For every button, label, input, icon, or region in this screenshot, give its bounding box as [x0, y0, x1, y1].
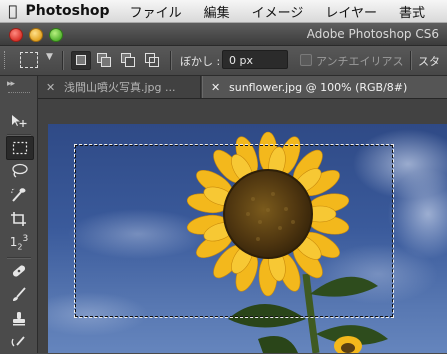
rectangular-marquee-tool-button[interactable] — [6, 136, 34, 160]
menu-edit[interactable]: 編集 — [204, 2, 230, 21]
zoom-window-button[interactable] — [49, 28, 63, 42]
divider — [170, 51, 172, 70]
lasso-icon — [12, 163, 28, 178]
tool-preset-icon[interactable] — [20, 52, 38, 68]
stamp-icon — [13, 312, 25, 326]
subtract-from-selection-button[interactable] — [119, 51, 137, 68]
tab-sunflower[interactable]: ✕ sunflower.jpg @ 100% (RGB/8#) — [202, 76, 447, 98]
crop-icon — [11, 212, 26, 226]
quick-selection-tool-button[interactable] — [6, 184, 32, 206]
apple-icon[interactable]:  — [0, 2, 25, 20]
divider — [62, 51, 64, 70]
feather-label: ぼかし : — [180, 55, 221, 68]
panel-collapse-icon[interactable]: ▸▸ — [7, 79, 15, 89]
tools-panel: ▸▸ 123 — [0, 76, 38, 353]
count-icon: 123 — [9, 234, 29, 252]
document-tab-bar: ✕ 浅間山噴火写真.jpg ... ✕ sunflower.jpg @ 100%… — [38, 76, 447, 99]
tab-label: sunflower.jpg @ 100% (RGB/8#) — [229, 80, 408, 94]
antialias-label: アンチエイリアス — [316, 55, 404, 68]
close-tab-icon[interactable]: ✕ — [46, 81, 56, 94]
divider — [410, 51, 412, 70]
menu-image[interactable]: イメージ — [252, 2, 304, 21]
menu-app-name[interactable]: Photoshop — [25, 3, 109, 19]
feather-input[interactable]: 0 px — [222, 50, 288, 69]
selection-marquee[interactable] — [74, 144, 394, 318]
chevron-down-icon[interactable]: ▼ — [46, 52, 53, 62]
menu-type[interactable]: 書式 — [399, 2, 425, 21]
history-brush-icon — [11, 336, 25, 347]
window-title-bar: Adobe Photoshop CS6 — [0, 23, 447, 46]
menu-bar:  Photoshop ファイル 編集 イメージ レイヤー 書式 — [0, 0, 447, 23]
lasso-tool-button[interactable] — [6, 160, 32, 182]
crop-tool-button[interactable] — [6, 208, 32, 230]
options-bar: ▼ ぼかし : 0 px アンチエイリアス スタ — [0, 46, 447, 76]
quick-selection-icon — [11, 188, 26, 202]
count-tool-button[interactable]: 123 — [6, 232, 32, 254]
new-selection-button[interactable] — [71, 51, 91, 70]
tools-panel-grip[interactable] — [8, 92, 30, 93]
new-selection-icon — [76, 55, 86, 65]
marquee-icon — [12, 141, 28, 155]
minimize-window-button[interactable] — [29, 28, 43, 42]
clone-stamp-tool-button[interactable] — [6, 308, 32, 330]
tab-asama-photo[interactable]: ✕ 浅間山噴火写真.jpg ... — [38, 76, 201, 98]
options-bar-grip[interactable] — [4, 51, 8, 69]
menu-layer[interactable]: レイヤー — [325, 2, 377, 21]
menu-file[interactable]: ファイル — [130, 2, 182, 21]
spot-healing-brush-tool-button[interactable] — [6, 260, 32, 282]
tab-label: 浅間山噴火写真.jpg ... — [64, 81, 176, 94]
history-brush-tool-button[interactable] — [6, 332, 32, 354]
bandage-icon — [12, 265, 26, 277]
window-title: Adobe Photoshop CS6 — [306, 27, 439, 41]
close-tab-icon[interactable]: ✕ — [211, 81, 221, 94]
brush-icon — [13, 287, 26, 301]
add-to-selection-button[interactable] — [95, 51, 113, 68]
brush-tool-button[interactable] — [6, 284, 32, 306]
move-tool-button[interactable] — [6, 110, 32, 132]
style-label: スタ — [418, 55, 440, 68]
move-icon — [12, 115, 27, 127]
intersect-selection-button[interactable] — [143, 51, 161, 68]
antialias-checkbox[interactable] — [300, 54, 312, 66]
close-window-button[interactable] — [9, 28, 23, 42]
